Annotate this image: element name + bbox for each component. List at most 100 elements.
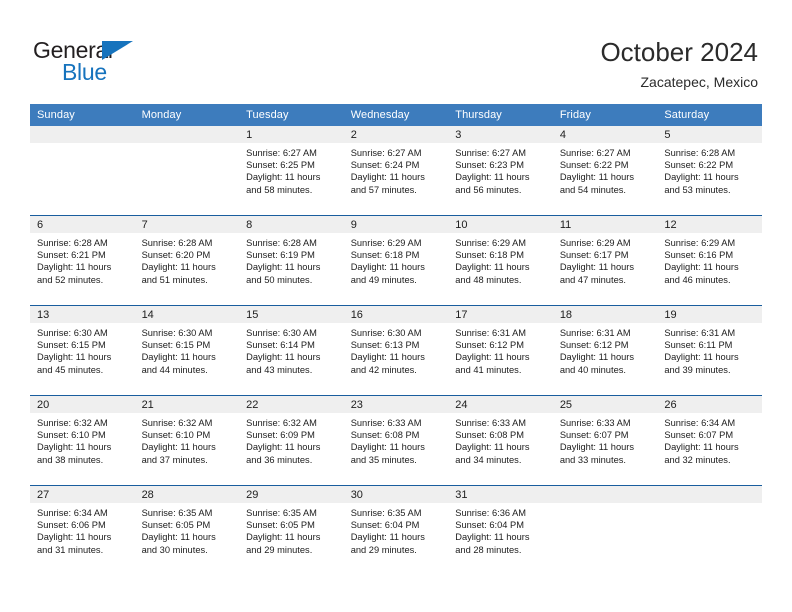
day-detail-line: Sunrise: 6:33 AM <box>559 418 631 428</box>
day-cell-25[interactable]: Sunrise: 6:33 AM Sunset: 6:07 PM Daylight:… <box>553 413 658 485</box>
day-number-7[interactable]: 7 <box>135 216 240 233</box>
day-cell-13[interactable]: Sunrise: 6:30 AM Sunset: 6:15 PM Daylight:… <box>30 323 135 395</box>
day-number-11[interactable]: 11 <box>553 216 658 233</box>
day-number-4[interactable]: 4 <box>553 126 658 143</box>
day-number-1[interactable]: 1 <box>239 126 344 143</box>
day-detail-line: Sunset: 6:15 PM <box>37 340 106 351</box>
day-detail-line: Sunrise: 6:30 AM <box>246 328 317 338</box>
day-number-24[interactable]: 24 <box>448 396 553 413</box>
day-cell-16[interactable]: Sunrise: 6:30 AM Sunset: 6:13 PM Daylight:… <box>344 323 449 395</box>
day-number-empty <box>135 126 240 143</box>
day-number-26[interactable]: 26 <box>657 396 762 413</box>
day-detail-line: Daylight: 11 hours <box>246 352 321 363</box>
day-cell-6[interactable]: Sunrise: 6:28 AM Sunset: 6:21 PM Daylight:… <box>30 233 135 305</box>
day-cell-20[interactable]: Sunrise: 6:32 AM Sunset: 6:10 PM Daylight:… <box>30 413 135 485</box>
day-number-14[interactable]: 14 <box>135 306 240 323</box>
day-detail-line: Sunset: 6:20 PM <box>141 250 211 261</box>
day-detail-line: Daylight: 11 hours <box>350 442 425 453</box>
day-detail-line: Sunrise: 6:27 AM <box>350 148 422 158</box>
day-number-3[interactable]: 3 <box>448 126 553 143</box>
day-number-27[interactable]: 27 <box>30 486 135 503</box>
day-number-16[interactable]: 16 <box>344 306 449 323</box>
day-cell-17[interactable]: Sunrise: 6:31 AM Sunset: 6:12 PM Daylight:… <box>448 323 553 395</box>
day-cell-2[interactable]: Sunrise: 6:27 AM Sunset: 6:24 PM Daylight:… <box>344 143 449 215</box>
day-number-6[interactable]: 6 <box>30 216 135 233</box>
day-number-9[interactable]: 9 <box>344 216 449 233</box>
day-cell-14[interactable]: Sunrise: 6:30 AM Sunset: 6:15 PM Daylight:… <box>135 323 240 395</box>
day-detail-line: Daylight: 11 hours <box>559 172 635 183</box>
day-number-12[interactable]: 12 <box>657 216 762 233</box>
day-cell-3[interactable]: Sunrise: 6:27 AM Sunset: 6:23 PM Daylight:… <box>448 143 553 215</box>
day-number-15[interactable]: 15 <box>239 306 344 323</box>
day-cell-22[interactable]: Sunrise: 6:32 AM Sunset: 6:09 PM Daylight:… <box>239 413 344 485</box>
day-number-5[interactable]: 5 <box>657 126 762 143</box>
day-cell-29[interactable]: Sunrise: 6:35 AM Sunset: 6:05 PM Daylight:… <box>239 503 344 575</box>
day-cell-8[interactable]: Sunrise: 6:28 AM Sunset: 6:19 PM Daylight:… <box>239 233 344 305</box>
day-number-21[interactable]: 21 <box>135 396 240 413</box>
calendar-week-row: 13 14 15 16 17 18 19 Sunrise: 6:30 AM Sunset: 6:… <box>30 305 762 395</box>
day-detail-line: Sunset: 6:05 PM <box>246 520 315 531</box>
day-cell-27[interactable]: Sunrise: 6:34 AM Sunset: 6:06 PM Daylight:… <box>30 503 135 575</box>
day-number-10[interactable]: 10 <box>448 216 553 233</box>
day-detail-line: Sunrise: 6:27 AM <box>246 148 317 158</box>
day-cell-19[interactable]: Sunrise: 6:31 AM Sunset: 6:11 PM Daylight:… <box>657 323 762 395</box>
day-cell-23[interactable]: Sunrise: 6:33 AM Sunset: 6:08 PM Daylight:… <box>344 413 449 485</box>
day-detail-line: Daylight: 11 hours <box>559 442 635 453</box>
day-detail-line: Sunrise: 6:32 AM <box>246 418 317 428</box>
day-cell-26[interactable]: Sunrise: 6:34 AM Sunset: 6:07 PM Daylight:… <box>657 413 762 485</box>
day-cell-1[interactable]: Sunrise: 6:27 AM Sunset: 6:25 PM Daylight:… <box>239 143 344 215</box>
day-number-13[interactable]: 13 <box>30 306 135 323</box>
title-block: October 2024 Zacatepec, Mexico <box>600 36 758 92</box>
day-number-22[interactable]: 22 <box>239 396 344 413</box>
calendar-week-row: 27 28 29 30 31 Sunrise: 6:34 AM Sunset: 6:06 P… <box>30 485 762 575</box>
day-detail-line: Sunrise: 6:35 AM <box>246 508 317 518</box>
day-detail-line: Sunset: 6:19 PM <box>246 250 315 261</box>
day-number-23[interactable]: 23 <box>344 396 449 413</box>
day-cell-4[interactable]: Sunrise: 6:27 AM Sunset: 6:22 PM Daylight:… <box>553 143 658 215</box>
day-detail-line: Sunset: 6:06 PM <box>37 520 106 531</box>
day-cell-18[interactable]: Sunrise: 6:31 AM Sunset: 6:12 PM Daylight:… <box>553 323 658 395</box>
day-detail-line: Sunrise: 6:30 AM <box>141 328 213 338</box>
day-number-31[interactable]: 31 <box>448 486 553 503</box>
day-detail-line: Sunrise: 6:34 AM <box>664 418 736 428</box>
day-detail-line: Daylight: 11 hours <box>37 262 112 273</box>
day-detail-line: Daylight: 11 hours <box>455 442 530 453</box>
page-subtitle-location: Zacatepec, Mexico <box>640 74 759 90</box>
day-detail-band: Sunrise: 6:34 AM Sunset: 6:06 PM Daylight:… <box>30 503 762 575</box>
day-cell-10[interactable]: Sunrise: 6:29 AM Sunset: 6:18 PM Daylight:… <box>448 233 553 305</box>
day-cell-21[interactable]: Sunrise: 6:32 AM Sunset: 6:10 PM Daylight:… <box>135 413 240 485</box>
day-detail-line: Daylight: 11 hours <box>350 352 425 363</box>
day-cell-15[interactable]: Sunrise: 6:30 AM Sunset: 6:14 PM Daylight:… <box>239 323 344 395</box>
day-cell-7[interactable]: Sunrise: 6:28 AM Sunset: 6:20 PM Daylight:… <box>135 233 240 305</box>
day-detail-line: Daylight: 11 hours <box>350 262 425 273</box>
day-detail-line: Daylight: 11 hours <box>141 352 216 363</box>
weekday-header-thursday: Thursday <box>455 109 502 121</box>
day-number-30[interactable]: 30 <box>344 486 449 503</box>
day-detail-line: and 32 minutes. <box>664 454 731 465</box>
day-detail-line: Sunrise: 6:30 AM <box>37 328 108 338</box>
day-number-18[interactable]: 18 <box>553 306 658 323</box>
weekday-header-sunday: Sunday <box>37 109 75 121</box>
day-number-2[interactable]: 2 <box>344 126 449 143</box>
day-detail-line: Daylight: 11 hours <box>246 532 321 543</box>
day-cell-31[interactable]: Sunrise: 6:36 AM Sunset: 6:04 PM Daylight:… <box>448 503 553 575</box>
day-number-25[interactable]: 25 <box>553 396 658 413</box>
day-detail-line: Sunset: 6:24 PM <box>350 160 420 171</box>
day-number-19[interactable]: 19 <box>657 306 762 323</box>
day-cell-11[interactable]: Sunrise: 6:29 AM Sunset: 6:17 PM Daylight:… <box>553 233 658 305</box>
day-cell-5[interactable]: Sunrise: 6:28 AM Sunset: 6:22 PM Daylight:… <box>657 143 762 215</box>
day-cell-28[interactable]: Sunrise: 6:35 AM Sunset: 6:05 PM Daylight:… <box>135 503 240 575</box>
day-detail-line: Sunset: 6:08 PM <box>455 430 524 441</box>
day-number-8[interactable]: 8 <box>239 216 344 233</box>
day-number-29[interactable]: 29 <box>239 486 344 503</box>
day-detail-line: Sunrise: 6:35 AM <box>141 508 213 518</box>
day-number-20[interactable]: 20 <box>30 396 135 413</box>
day-detail-line: Daylight: 11 hours <box>246 262 321 273</box>
day-number-28[interactable]: 28 <box>135 486 240 503</box>
day-number-17[interactable]: 17 <box>448 306 553 323</box>
day-detail-line: Sunset: 6:25 PM <box>246 160 315 171</box>
day-cell-12[interactable]: Sunrise: 6:29 AM Sunset: 6:16 PM Daylight:… <box>657 233 762 305</box>
day-cell-30[interactable]: Sunrise: 6:35 AM Sunset: 6:04 PM Daylight:… <box>344 503 449 575</box>
day-cell-9[interactable]: Sunrise: 6:29 AM Sunset: 6:18 PM Daylight:… <box>344 233 449 305</box>
day-cell-24[interactable]: Sunrise: 6:33 AM Sunset: 6:08 PM Daylight:… <box>448 413 553 485</box>
